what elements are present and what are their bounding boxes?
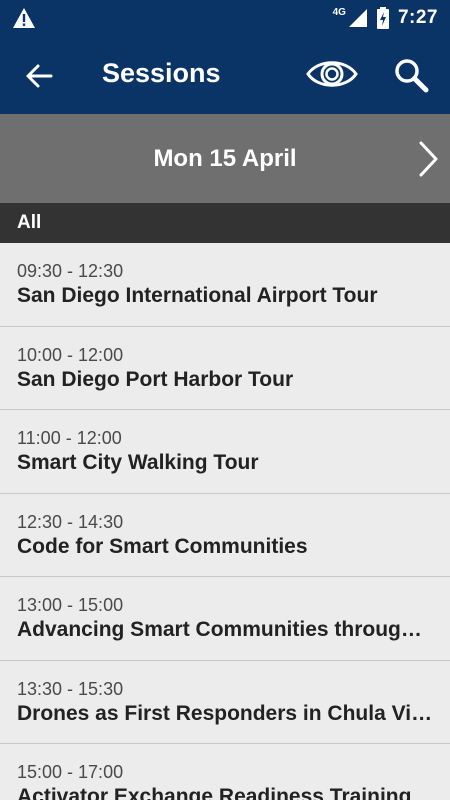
session-list-item[interactable]: 15:00 - 17:00 Activator Exchange Readine… (0, 744, 450, 800)
session-title: Activator Exchange Readiness Training (17, 785, 412, 800)
warning-icon (12, 7, 36, 29)
back-arrow-icon[interactable] (24, 61, 54, 91)
session-time: 11:00 - 12:00 (17, 428, 122, 448)
current-date-label: Mon 15 April (153, 144, 297, 172)
network-type-label: 4G (332, 6, 346, 18)
session-list-item[interactable]: 11:00 - 12:00 Smart City Walking Tour (0, 410, 450, 494)
filter-all-header[interactable]: All (0, 203, 450, 243)
session-title: Drones as First Responders in Chula Vist… (17, 701, 433, 725)
session-time: 09:30 - 12:30 (17, 261, 124, 281)
status-right: 4G 7:27 (333, 7, 438, 29)
session-list-item[interactable]: 13:30 - 15:30 Drones as First Responders… (0, 660, 450, 744)
session-list: 09:30 - 12:30 San Diego International Ai… (0, 243, 450, 800)
session-time: 13:30 - 15:30 (17, 678, 124, 699)
session-list-item[interactable]: 12:30 - 14:30 Code for Smart Communities (0, 493, 450, 577)
session-title: Code for Smart Communities (17, 534, 308, 558)
session-list-item[interactable]: 13:00 - 15:00 Advancing Smart Communitie… (0, 577, 450, 661)
session-title: Smart City Walking Tour (17, 451, 259, 474)
filter-label: All (17, 212, 42, 233)
chevron-right-icon[interactable] (416, 140, 440, 178)
session-time: 13:00 - 15:00 (17, 595, 124, 615)
app-screen: 4G 7:27 Sessions Mon 15 April All 09:30 … (0, 0, 450, 800)
status-bar: 4G 7:27 (0, 0, 450, 36)
session-time: 12:30 - 14:30 (17, 511, 124, 532)
app-bar: Sessions (0, 36, 450, 114)
battery-charging-icon (376, 7, 390, 29)
session-title: San Diego Port Harbor Tour (17, 367, 294, 391)
signal-icon (348, 8, 368, 28)
session-title: Advancing Smart Communities through Part… (17, 618, 433, 641)
session-list-item[interactable]: 10:00 - 12:00 San Diego Port Harbor Tour (0, 326, 450, 410)
session-time: 10:00 - 12:00 (17, 344, 124, 365)
session-list-item[interactable]: 09:30 - 12:30 San Diego International Ai… (0, 243, 450, 327)
page-title: Sessions (102, 58, 221, 88)
session-time: 15:00 - 17:00 (17, 762, 124, 782)
status-left (12, 7, 36, 29)
session-title: San Diego International Airport Tour (17, 284, 378, 307)
date-selector: Mon 15 April (0, 114, 450, 203)
status-time: 7:27 (397, 7, 438, 28)
eye-icon[interactable] (306, 56, 358, 92)
search-icon[interactable] (392, 56, 430, 94)
